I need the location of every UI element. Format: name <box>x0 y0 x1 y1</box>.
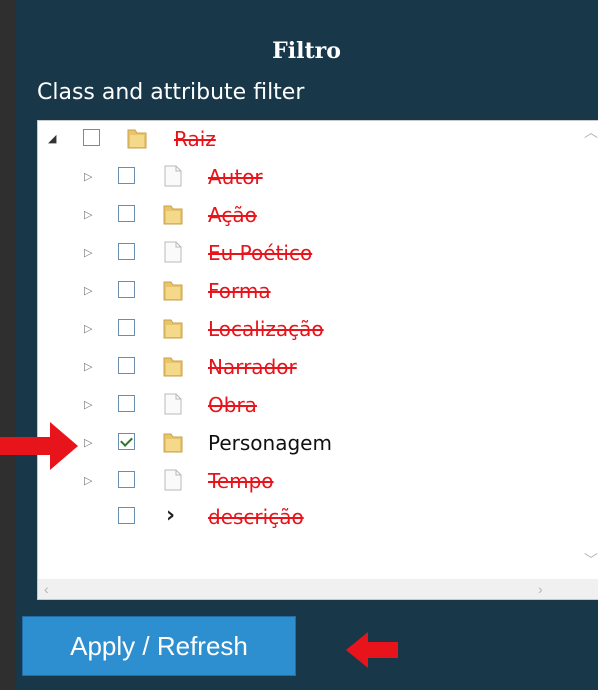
file-icon <box>162 392 184 416</box>
node-checkbox[interactable] <box>118 433 135 450</box>
panel-title: Filtro <box>272 38 341 64</box>
tree-node-label[interactable]: Localização <box>208 317 324 341</box>
expand-triangle-icon[interactable]: ▷ <box>84 436 92 450</box>
tree-node[interactable]: ▷ Forma <box>38 275 583 309</box>
expand-triangle-icon[interactable]: ▷ <box>84 360 92 374</box>
annotation-arrow-icon <box>0 422 78 470</box>
tree-node-label[interactable]: Personagem <box>208 431 332 455</box>
node-checkbox[interactable] <box>118 243 135 260</box>
tree-node-label[interactable]: descrição <box>208 505 304 529</box>
scroll-down-icon[interactable]: ﹀ <box>584 553 598 567</box>
chevron-right-icon: › <box>166 503 176 528</box>
expand-triangle-icon[interactable]: ▷ <box>84 322 92 336</box>
folder-icon <box>162 278 184 302</box>
horizontal-scrollbar[interactable]: ‹ › <box>38 579 583 599</box>
tree-node-label[interactable]: Narrador <box>208 355 297 379</box>
tree-node[interactable]: ▷ Narrador <box>38 351 583 385</box>
panel-subtitle: Class and attribute filter <box>37 80 305 105</box>
attribute-checkbox[interactable] <box>118 507 135 524</box>
tree-node-attribute[interactable]: › descrição <box>38 501 583 535</box>
vertical-scrollbar[interactable]: ︿ ﹀ <box>581 121 598 581</box>
tree-node[interactable]: ▷ Obra <box>38 389 583 423</box>
node-checkbox[interactable] <box>118 357 135 374</box>
expand-triangle-icon[interactable]: ▷ <box>84 284 92 298</box>
tree-node-root[interactable]: ◢ Raiz <box>38 123 583 157</box>
class-tree[interactable]: ◢ Raiz ▷ Autor ▷ Ação ▷ Eu Poético ▷ Forma ▷ Loca… <box>37 120 598 600</box>
node-checkbox[interactable] <box>118 205 135 222</box>
node-checkbox[interactable] <box>118 471 135 488</box>
tree-node-label[interactable]: Eu Poético <box>208 241 312 265</box>
tree-node-label[interactable]: Ação <box>208 203 257 227</box>
tree-node[interactable]: ▷ Personagem <box>38 427 583 461</box>
file-icon <box>162 468 184 492</box>
scroll-up-icon[interactable]: ︿ <box>584 125 598 139</box>
expand-triangle-icon[interactable]: ▷ <box>84 170 92 184</box>
folder-icon <box>162 316 184 340</box>
tree-node-label[interactable]: Tempo <box>208 469 274 493</box>
folder-icon <box>162 202 184 226</box>
scroll-left-icon[interactable]: ‹ <box>44 582 49 596</box>
tree-node[interactable]: ▷ Tempo <box>38 465 583 499</box>
apply-refresh-button[interactable]: Apply / Refresh <box>22 616 296 676</box>
file-icon <box>162 164 184 188</box>
expand-triangle-icon[interactable]: ▷ <box>84 474 92 488</box>
folder-icon <box>162 354 184 378</box>
tree-node-label[interactable]: Autor <box>208 165 263 189</box>
tree-node-label[interactable]: Raiz <box>174 127 216 151</box>
file-icon <box>162 240 184 264</box>
node-checkbox[interactable] <box>118 395 135 412</box>
node-checkbox[interactable] <box>118 281 135 298</box>
tree-node-label[interactable]: Obra <box>208 393 257 417</box>
root-checkbox[interactable] <box>83 129 100 146</box>
collapse-triangle-icon[interactable]: ◢ <box>48 132 56 146</box>
tree-node[interactable]: ▷ Localização <box>38 313 583 347</box>
scrollbar-corner <box>581 579 598 599</box>
folder-icon <box>126 126 148 150</box>
tree-node[interactable]: ▷ Autor <box>38 161 583 195</box>
expand-triangle-icon[interactable]: ▷ <box>84 208 92 222</box>
annotation-arrow-icon <box>346 632 398 668</box>
tree-node[interactable]: ▷ Ação <box>38 199 583 233</box>
expand-triangle-icon[interactable]: ▷ <box>84 398 92 412</box>
node-checkbox[interactable] <box>118 319 135 336</box>
folder-icon <box>162 430 184 454</box>
scroll-right-icon[interactable]: › <box>538 582 543 596</box>
node-checkbox[interactable] <box>118 167 135 184</box>
tree-node-label[interactable]: Forma <box>208 279 271 303</box>
tree-node[interactable]: ▷ Eu Poético <box>38 237 583 271</box>
expand-triangle-icon[interactable]: ▷ <box>84 246 92 260</box>
